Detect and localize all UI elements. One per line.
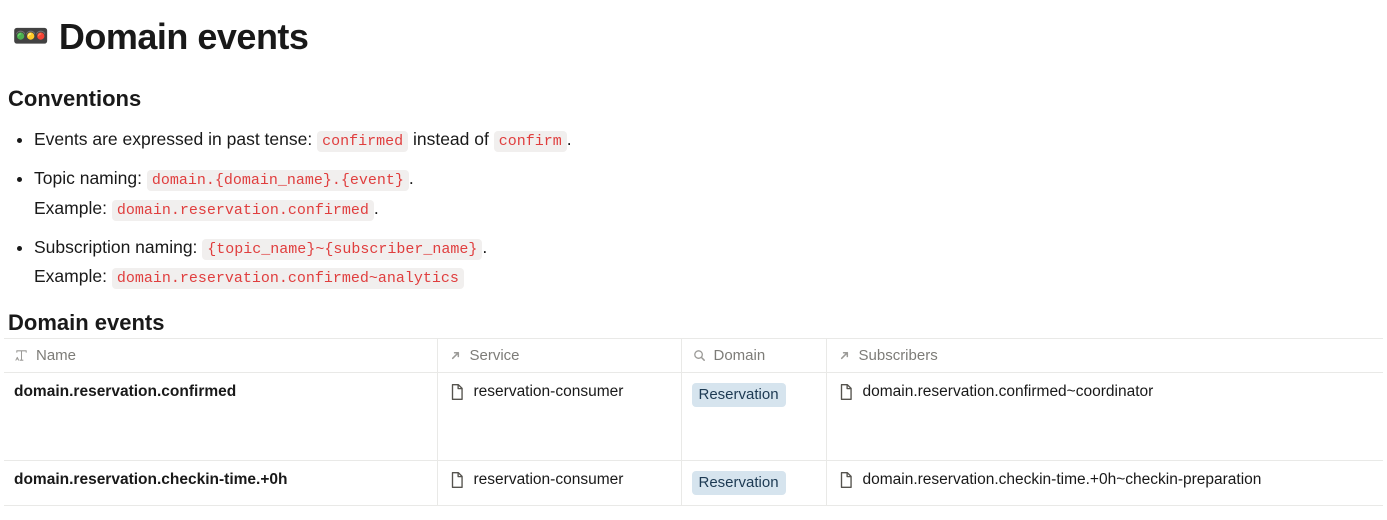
- cell-service[interactable]: reservation-consumer: [437, 373, 681, 461]
- conventions-heading: Conventions: [8, 86, 1383, 112]
- subscriber-link: domain.reservation.confirmed~coordinator: [863, 383, 1154, 401]
- convention-item: Events are expressed in past tense: conf…: [34, 126, 1383, 153]
- subscriber-link: domain.reservation.checkin-time.+0h~chec…: [863, 471, 1262, 489]
- text: .: [482, 237, 487, 257]
- column-label: Domain: [714, 347, 766, 364]
- code-literal: domain.{domain_name}.{event}: [147, 170, 409, 191]
- service-link: reservation-consumer: [474, 383, 624, 401]
- convention-item: Topic naming: domain.{domain_name}.{even…: [34, 165, 1383, 222]
- column-header-subscribers[interactable]: Subscribers: [826, 339, 1383, 373]
- column-header-name[interactable]: Name: [4, 339, 437, 373]
- text: Example:: [34, 266, 112, 286]
- text: .: [567, 129, 572, 149]
- text: Topic naming:: [34, 168, 147, 188]
- cell-service[interactable]: reservation-consumer: [437, 461, 681, 506]
- service-link: reservation-consumer: [474, 471, 624, 489]
- column-label: Service: [470, 347, 520, 364]
- page-icon: [837, 471, 855, 489]
- column-label: Name: [36, 347, 76, 364]
- cell-subscribers[interactable]: domain.reservation.confirmed~coordinator: [826, 373, 1383, 461]
- search-icon: [692, 348, 707, 363]
- table-row[interactable]: domain.reservation.checkin-time.+0h rese…: [4, 461, 1383, 506]
- code-literal: domain.reservation.confirmed: [112, 200, 374, 221]
- cell-subscribers[interactable]: domain.reservation.checkin-time.+0h~chec…: [826, 461, 1383, 506]
- page-emoji: 🚥: [12, 22, 49, 52]
- column-label: Subscribers: [859, 347, 938, 364]
- code-literal: confirm: [494, 131, 567, 152]
- page-title-text: Domain events: [59, 16, 309, 58]
- text: Subscription naming:: [34, 237, 202, 257]
- text: .: [409, 168, 414, 188]
- text: Example:: [34, 198, 112, 218]
- table-row[interactable]: domain.reservation.confirmed reservation…: [4, 373, 1383, 461]
- domain-tag: Reservation: [692, 471, 786, 495]
- domain-events-table: Name Service Domain: [4, 338, 1383, 506]
- page-icon: [837, 383, 855, 401]
- code-literal: domain.reservation.confirmed~analytics: [112, 268, 464, 289]
- title-icon: [14, 348, 29, 363]
- page-title: 🚥 Domain events: [12, 16, 1383, 58]
- table-heading: Domain events: [8, 310, 1383, 336]
- cell-domain[interactable]: Reservation: [681, 461, 826, 506]
- cell-name[interactable]: domain.reservation.checkin-time.+0h: [4, 461, 437, 506]
- domain-tag: Reservation: [692, 383, 786, 407]
- text: instead of: [408, 129, 494, 149]
- cell-domain[interactable]: Reservation: [681, 373, 826, 461]
- page-icon: [448, 383, 466, 401]
- cell-name[interactable]: domain.reservation.confirmed: [4, 373, 437, 461]
- column-header-service[interactable]: Service: [437, 339, 681, 373]
- page-icon: [448, 471, 466, 489]
- text: .: [374, 198, 379, 218]
- column-header-domain[interactable]: Domain: [681, 339, 826, 373]
- convention-item: Subscription naming: {topic_name}~{subsc…: [34, 234, 1383, 291]
- code-literal: confirmed: [317, 131, 408, 152]
- code-literal: {topic_name}~{subscriber_name}: [202, 239, 482, 260]
- arrow-ne-icon: [448, 348, 463, 363]
- arrow-ne-icon: [837, 348, 852, 363]
- conventions-list: Events are expressed in past tense: conf…: [4, 126, 1383, 290]
- text: Events are expressed in past tense:: [34, 129, 317, 149]
